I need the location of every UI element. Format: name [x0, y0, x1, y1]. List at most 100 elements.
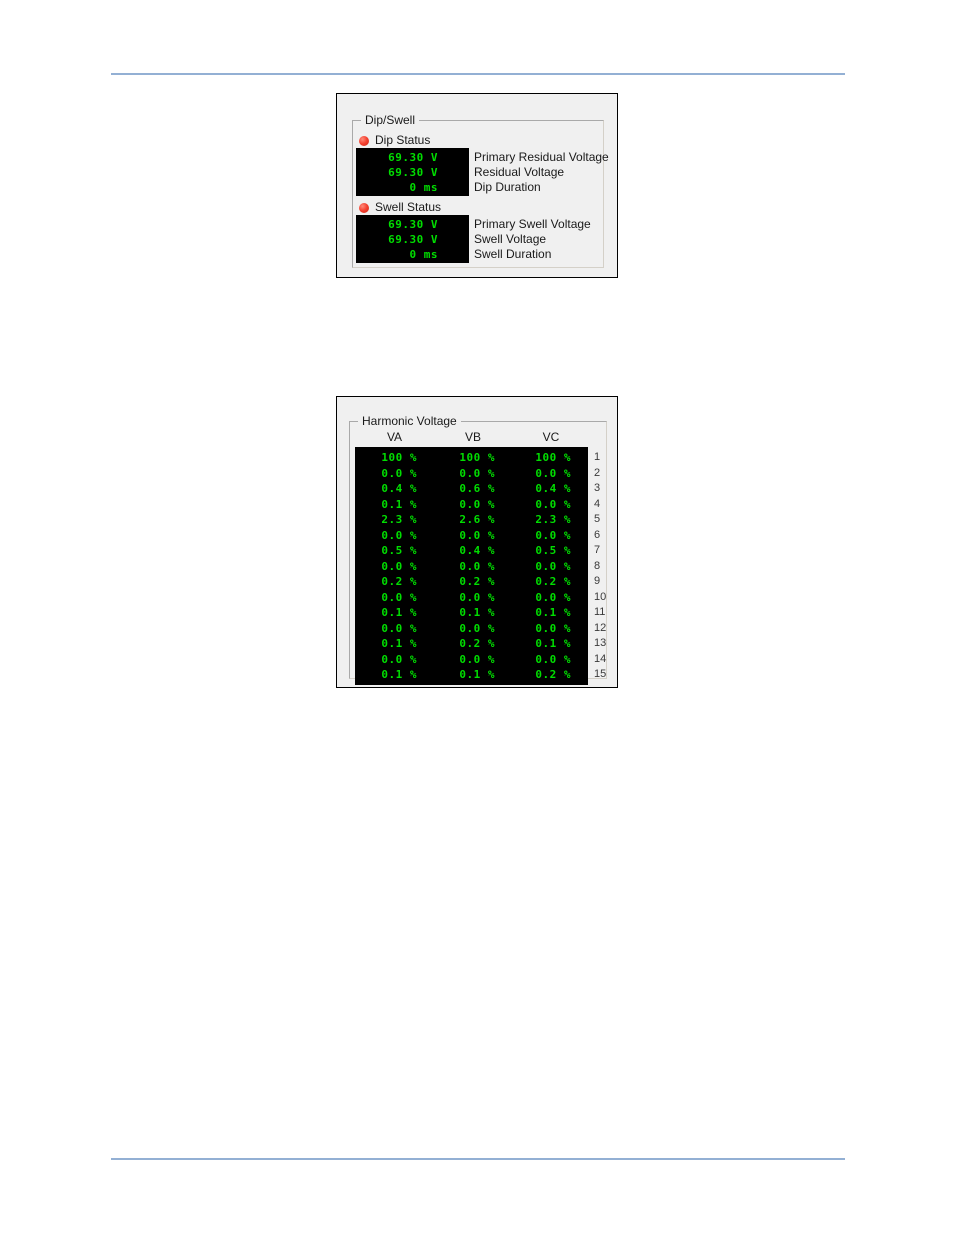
harmonic-cell-vb: 0.1 % [459, 606, 495, 620]
dip-swell-legend: Dip/Swell [361, 113, 420, 127]
harmonic-cell-vb: 0.0 % [459, 466, 495, 480]
harmonic-order-number: 9 [594, 575, 601, 587]
harmonic-row: 0.0 % 0.0 % 0.0 % [355, 590, 588, 606]
harmonic-order-number: 14 [594, 652, 607, 665]
page-footer-rule [111, 1158, 845, 1160]
harmonic-cell-vb: 0.0 % [459, 528, 495, 542]
harmonic-cell-va: 0.0 % [381, 652, 417, 666]
dip-duration-label: Dip Duration [474, 180, 541, 194]
harmonic-order-number: 3 [594, 482, 601, 494]
harmonic-cell-vc: 0.2 % [535, 668, 571, 682]
harmonic-cell-vb: 100 % [459, 451, 495, 465]
harmonic-voltage-legend: Harmonic Voltage [358, 414, 461, 428]
harmonic-cell-vb: 2.6 % [459, 513, 495, 527]
dip-primary-residual-voltage-value: 69.30 V [388, 151, 438, 164]
harmonic-cell-va: 0.1 % [381, 637, 417, 651]
dip-residual-voltage-value: 69.30 V [388, 166, 438, 179]
harmonic-values-lcd: 100 % 100 % 100 % 0.0 % 0.0 % 0.0 % 0.4 % 0.6 %… [355, 447, 588, 685]
harmonic-cell-va: 0.1 % [381, 497, 417, 511]
harmonic-cell-vc: 0.5 % [535, 544, 571, 558]
swell-readout-labels: Primary Swell Voltage Swell Voltage Swel… [474, 215, 602, 263]
swell-primary-voltage-value: 69.30 V [388, 218, 438, 231]
harmonic-cell-va: 0.1 % [381, 606, 417, 620]
dip-status-label: Dip Status [375, 133, 431, 147]
harmonic-cell-vc: 2.3 % [535, 513, 571, 527]
harmonic-order-number: 13 [594, 637, 607, 649]
harmonic-row: 0.0 % 0.0 % 0.0 % [355, 528, 588, 544]
harmonic-row: 0.4 % 0.6 % 0.4 % [355, 481, 588, 497]
harmonic-row: 0.1 % 0.1 % 0.1 % [355, 605, 588, 621]
harmonic-cell-vc: 0.0 % [535, 497, 571, 511]
harmonic-cell-va: 0.0 % [381, 559, 417, 573]
harmonic-row: 0.0 % 0.0 % 0.0 % [355, 621, 588, 637]
dip-status-led-icon [359, 135, 369, 146]
harmonic-column-headers: VA VB VC [355, 430, 601, 444]
harmonic-order-index-column: 1 2 3 4 5 6 7 8 9 10 11 12 13 14 15 [589, 447, 611, 685]
harmonic-cell-vc: 0.1 % [535, 637, 571, 651]
swell-status-led-icon [359, 202, 369, 213]
harmonic-cell-va: 100 % [381, 451, 417, 465]
harmonic-order-number: 15 [594, 668, 607, 680]
harmonic-cell-va: 2.3 % [381, 513, 417, 527]
dip-primary-residual-voltage-label: Primary Residual Voltage [474, 150, 609, 164]
harmonic-cell-va: 0.2 % [381, 575, 417, 589]
harmonic-cell-va: 0.0 % [381, 466, 417, 480]
harmonic-cell-vb: 0.2 % [459, 575, 495, 589]
harmonic-order-number: 1 [594, 451, 601, 463]
harmonic-voltage-screenshot: Harmonic Voltage VA VB VC 100 % 100 % 100 … [336, 396, 618, 688]
dip-swell-screenshot: Dip/Swell Dip Status 69.30 V 69.30 V 0 m… [336, 93, 618, 278]
harmonic-row: 0.0 % 0.0 % 0.0 % [355, 559, 588, 575]
harmonic-cell-vc: 0.0 % [535, 590, 571, 604]
harmonic-cell-vb: 0.0 % [459, 559, 495, 573]
page-header-rule [111, 73, 845, 75]
harmonic-cell-vc: 0.1 % [535, 606, 571, 620]
dip-readout-labels: Primary Residual Voltage Residual Voltag… [474, 148, 609, 196]
harmonic-row: 0.1 % 0.0 % 0.0 % [355, 497, 588, 513]
harmonic-cell-vb: 0.0 % [459, 621, 495, 635]
swell-duration-value: 0 ms [409, 248, 438, 261]
dip-status-row: Dip Status [359, 134, 430, 147]
harmonic-cell-va: 0.0 % [381, 621, 417, 635]
harmonic-row: 100 % 100 % 100 % [355, 450, 588, 466]
harmonic-cell-vc: 0.2 % [535, 575, 571, 589]
harmonic-cell-vc: 100 % [535, 451, 571, 465]
harmonic-cell-vc: 0.4 % [535, 482, 571, 496]
harmonic-cell-vb: 0.4 % [459, 544, 495, 558]
harmonic-order-number: 5 [594, 513, 601, 525]
harmonic-row: 0.1 % 0.1 % 0.2 % [355, 667, 588, 683]
harmonic-order-number: 7 [594, 544, 601, 556]
harmonic-cell-vb: 0.2 % [459, 637, 495, 651]
harmonic-row: 0.5 % 0.4 % 0.5 % [355, 543, 588, 559]
harmonic-row: 0.0 % 0.0 % 0.0 % [355, 466, 588, 482]
harmonic-header-vc: VC [542, 430, 560, 444]
harmonic-cell-vc: 0.0 % [535, 621, 571, 635]
swell-readout-lcd: 69.30 V 69.30 V 0 ms [356, 215, 469, 263]
harmonic-row: 0.0 % 0.0 % 0.0 % [355, 652, 588, 668]
harmonic-order-number: 2 [594, 466, 601, 479]
swell-duration-label: Swell Duration [474, 247, 552, 261]
dip-readout-lcd: 69.30 V 69.30 V 0 ms [356, 148, 469, 196]
harmonic-row: 2.3 % 2.6 % 2.3 % [355, 512, 588, 528]
harmonic-header-va: VA [386, 430, 403, 444]
harmonic-header-vb: VB [464, 430, 481, 444]
dip-residual-voltage-label: Residual Voltage [474, 165, 565, 179]
harmonic-row: 0.1 % 0.2 % 0.1 % [355, 636, 588, 652]
harmonic-cell-vb: 0.0 % [459, 590, 495, 604]
harmonic-cell-vc: 0.0 % [535, 652, 571, 666]
harmonic-cell-vc: 0.0 % [535, 466, 571, 480]
swell-voltage-value: 69.30 V [388, 233, 438, 246]
swell-status-row: Swell Status [359, 201, 441, 214]
harmonic-cell-vb: 0.0 % [459, 497, 495, 511]
harmonic-cell-vc: 0.0 % [535, 559, 571, 573]
harmonic-cell-va: 0.0 % [381, 528, 417, 542]
harmonic-cell-vb: 0.1 % [459, 668, 495, 682]
harmonic-order-number: 4 [594, 497, 601, 510]
harmonic-order-number: 10 [594, 590, 607, 603]
harmonic-order-number: 11 [594, 606, 606, 618]
harmonic-row: 0.2 % 0.2 % 0.2 % [355, 574, 588, 590]
harmonic-cell-va: 0.5 % [381, 544, 417, 558]
harmonic-cell-vb: 0.6 % [459, 482, 495, 496]
harmonic-cell-vb: 0.0 % [459, 652, 495, 666]
swell-voltage-label: Swell Voltage [474, 232, 547, 246]
harmonic-order-number: 12 [594, 621, 607, 634]
